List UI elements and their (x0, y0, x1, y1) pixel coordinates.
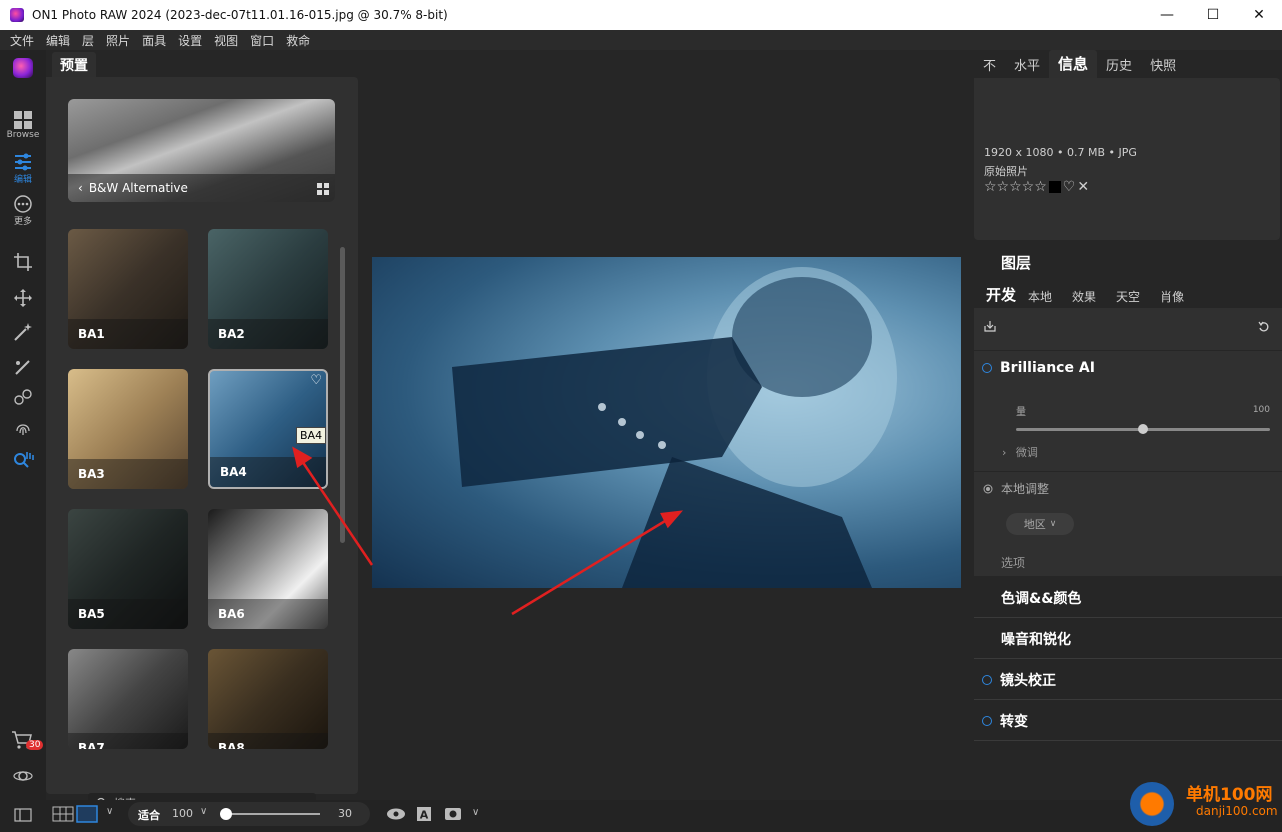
radio-icon[interactable] (983, 484, 993, 494)
chevron-right-icon: › (1002, 446, 1007, 459)
zoom-value[interactable]: 100 (172, 807, 193, 820)
reset-icon[interactable] (1258, 320, 1270, 332)
image-subtitle: 原始照片 (984, 165, 1028, 178)
layers-title[interactable]: 图层 (974, 242, 1282, 282)
heart-icon[interactable]: ♡ (1063, 179, 1076, 195)
tab-effects[interactable]: 效果 (1060, 288, 1104, 308)
color-label-swatch[interactable] (1048, 181, 1061, 193)
text-overlay-icon[interactable]: A (416, 806, 432, 822)
info-panel: 1920 x 1080 • 0.7 MB • JPG 原始照片 ☆☆☆☆☆ ♡ … (974, 78, 1280, 240)
tab-portrait[interactable]: 肖像 (1148, 288, 1192, 308)
section-tone-color[interactable]: 色调&&颜色 (974, 578, 1282, 618)
right-tabs: 不 水平 信息 历史 快照 (974, 50, 1282, 78)
region-dropdown[interactable]: 地区 ∨ (1006, 513, 1074, 535)
options-label[interactable]: 选项 (1001, 554, 1025, 571)
slider-value: 30 (338, 807, 352, 820)
section-noise-sharpen[interactable]: 噪音和锐化 (974, 619, 1282, 659)
enable-toggle[interactable] (982, 363, 992, 373)
panel-toggle-icon[interactable] (14, 808, 32, 822)
zoom-slider-knob[interactable] (220, 808, 232, 820)
section-tone-color-label: 色调&&颜色 (1001, 590, 1082, 607)
tab-develop[interactable]: 开发 (974, 284, 1022, 308)
single-view-icon[interactable] (76, 805, 98, 823)
zoom-control: 适合 100 ∨ 30 (128, 802, 370, 826)
watermark-text: 单机100网 (1186, 785, 1273, 805)
region-label: 地区 (1023, 518, 1046, 531)
local-adjust-row[interactable]: 本地调整 (974, 480, 1049, 497)
tab-local[interactable]: 本地 (1022, 288, 1060, 308)
tab-snapshots[interactable]: 快照 (1141, 55, 1185, 78)
section-transform[interactable]: 转变 (974, 701, 1282, 741)
brilliance-title: Brilliance AI (1000, 360, 1095, 376)
watermark-logo-icon (1130, 782, 1174, 826)
amount-label: 量 (1016, 407, 1026, 418)
fine-tune-label: 微调 (1015, 446, 1038, 459)
fine-tune-toggle[interactable]: › 微调 (1002, 444, 1038, 460)
section-noise-sharpen-label: 噪音和锐化 (1001, 631, 1071, 648)
image-dimensions: 1920 x 1080 • 0.7 MB • JPG (984, 146, 1137, 159)
svg-text:A: A (420, 809, 429, 822)
chevron-down-icon[interactable]: ∨ (106, 806, 113, 817)
fit-button[interactable]: 适合 (138, 807, 160, 823)
brilliance-header[interactable]: Brilliance AI (974, 360, 1095, 376)
watermark-url: danji100.com (1196, 804, 1278, 818)
tab-navigator[interactable]: 不 (974, 55, 1005, 78)
chevron-down-icon: ∨ (1049, 519, 1057, 529)
zoom-slider-track[interactable] (222, 813, 320, 815)
local-adjust-label: 本地调整 (1001, 482, 1050, 496)
rating-stars[interactable]: ☆☆☆☆☆ (984, 179, 1047, 195)
mask-view-icon[interactable] (444, 806, 462, 822)
section-lens-correction[interactable]: 镜头校正 (974, 660, 1282, 700)
chevron-down-icon[interactable]: ∨ (200, 806, 207, 817)
tab-info[interactable]: 信息 (1049, 50, 1098, 78)
bottom-bar: ∨ 适合 100 ∨ 30 A ∨ 单机100网 danji100.com (0, 782, 1282, 832)
right-panel: 不 水平 信息 历史 快照 1920 x 1080 • 0.7 MB • JPG… (974, 50, 1282, 800)
import-icon[interactable] (984, 320, 996, 332)
section-transform-label: 转变 (1000, 713, 1028, 730)
tab-levels[interactable]: 水平 (1005, 55, 1049, 78)
chevron-down-icon[interactable]: ∨ (472, 807, 479, 818)
tab-history[interactable]: 历史 (1097, 55, 1141, 78)
amount-value: 100 (1252, 405, 1270, 415)
grid-view-icon[interactable] (52, 806, 74, 822)
watermark: 单机100网 danji100.com (1130, 778, 1280, 832)
develop-tabs: 开发 本地 效果 天空 肖像 (974, 283, 1282, 308)
tab-sky[interactable]: 天空 (1104, 288, 1148, 308)
section-lens-label: 镜头校正 (1000, 672, 1056, 689)
eye-icon[interactable] (386, 807, 406, 821)
reject-icon[interactable]: ✕ (1077, 179, 1089, 195)
amount-slider-knob[interactable] (1138, 424, 1148, 434)
enable-toggle[interactable] (982, 715, 992, 726)
enable-toggle[interactable] (982, 674, 992, 685)
develop-panel: Brilliance AI 量 100 › 微调 本地调整 地区 ∨ 选项 (974, 308, 1282, 576)
